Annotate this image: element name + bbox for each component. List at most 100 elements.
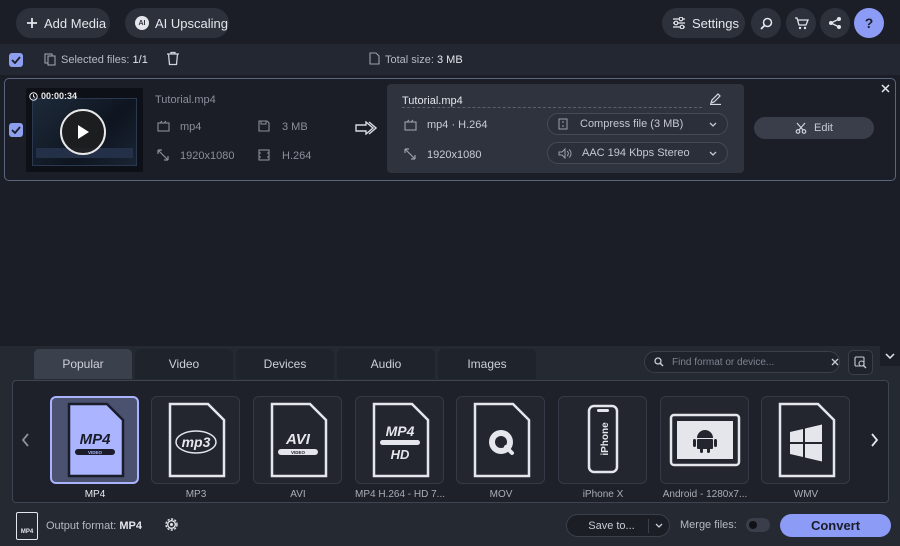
chevron-down-icon [709, 122, 717, 127]
output-format-text: Output format: MP4 [46, 520, 142, 532]
audio-dropdown[interactable]: AAC 194 Kbps Stereo [547, 142, 728, 164]
find-device-button[interactable] [848, 350, 873, 375]
selected-files-text: Selected files: 1/1 [61, 54, 148, 66]
convert-label: Convert [810, 518, 861, 533]
format-label-mp4: MP4 [84, 489, 106, 500]
video-thumbnail[interactable]: 00:00:34 [26, 88, 143, 172]
selected-files-count: 1/1 [132, 54, 148, 66]
speaker-icon [558, 147, 572, 159]
mp3-format-icon: mp3 [168, 402, 226, 478]
format-tile-mp3[interactable]: mp3 [151, 396, 240, 484]
tab-popular[interactable]: Popular [34, 349, 132, 379]
search-button[interactable] [751, 8, 781, 38]
tab-video[interactable]: Video [135, 349, 233, 379]
ai-icon: AI [135, 16, 149, 30]
chevron-down-icon[interactable] [655, 523, 663, 528]
merge-files-toggle[interactable] [746, 518, 770, 532]
total-size-label: Total size: [385, 54, 434, 66]
clear-icon[interactable] [831, 358, 839, 366]
format-label-avi: AVI [290, 489, 306, 500]
file-resolution: 1920x1080 [180, 150, 235, 162]
pencil-icon[interactable] [709, 92, 722, 105]
resize-icon [404, 148, 416, 160]
android-tablet-icon [669, 413, 741, 467]
chevron-left-icon[interactable] [21, 433, 30, 447]
format-label-mov: MOV [489, 489, 513, 500]
plus-icon [26, 17, 38, 29]
settings-button[interactable]: Settings [662, 8, 745, 38]
avi-format-icon: AVI VIDEO [270, 402, 328, 478]
share-icon [828, 16, 842, 30]
format-label-mp3: MP3 [185, 489, 207, 500]
trash-icon[interactable] [166, 51, 180, 66]
save-icon [258, 120, 270, 132]
output-format-icon-text: MP4 [20, 529, 34, 535]
tab-label: Video [168, 357, 200, 371]
help-button[interactable]: ? [854, 8, 884, 38]
sliders-icon [672, 17, 686, 29]
format-tile-mp4[interactable]: MP4 VIDEO [50, 396, 139, 484]
format-tile-wmv[interactable] [761, 396, 850, 484]
tab-audio[interactable]: Audio [337, 349, 435, 379]
compress-dropdown[interactable]: Compress file (3 MB) [547, 113, 728, 135]
output-format: mp4 · H.264 [427, 119, 488, 131]
format-tile-mp4-hd[interactable]: MP4 HD [355, 396, 444, 484]
convert-arrow-icon [355, 121, 377, 135]
output-format-icon: MP4 [16, 512, 38, 540]
format-tile-mov[interactable] [456, 396, 545, 484]
close-icon[interactable] [881, 84, 890, 93]
tab-images[interactable]: Images [438, 349, 536, 379]
cart-icon [794, 16, 809, 30]
format-label-wmv: WMV [793, 489, 819, 500]
mp4-hd-format-icon: MP4 HD [372, 402, 430, 478]
file-name: Tutorial.mp4 [155, 94, 216, 106]
output-format-label: Output format: [46, 520, 117, 532]
total-size-text: Total size: 3 MB [385, 54, 463, 66]
check-icon [11, 56, 21, 64]
tab-devices[interactable]: Devices [236, 349, 334, 379]
share-button[interactable] [820, 8, 850, 38]
add-media-button[interactable]: Add Media [16, 8, 110, 38]
merge-files-label: Merge files: [680, 519, 737, 531]
duration-badge: 00:00:34 [29, 91, 77, 101]
play-button[interactable] [60, 109, 106, 155]
cart-button[interactable] [786, 8, 816, 38]
file-codec: H.264 [282, 150, 312, 162]
clock-icon [29, 91, 38, 101]
convert-button[interactable]: Convert [780, 514, 891, 537]
format-icon [404, 119, 417, 131]
format-label-mp4-hd: MP4 H.264 - HD 7... [354, 489, 446, 500]
chevron-down-icon [885, 353, 895, 359]
video-text: VIDEO [291, 450, 306, 455]
format-label-iphone-x: iPhone X [582, 489, 624, 500]
edit-label: Edit [814, 122, 833, 134]
format-tile-iphone-x[interactable]: iPhone [558, 396, 647, 484]
mp4-text: MP4 [386, 423, 415, 439]
select-all-checkbox[interactable] [9, 53, 23, 67]
format-tile-avi[interactable]: AVI VIDEO [253, 396, 342, 484]
mov-format-icon [473, 402, 531, 478]
tab-label: Devices [263, 357, 307, 371]
save-to-dropdown[interactable]: Save to... [566, 514, 670, 537]
selected-files-label: Selected files: [61, 54, 130, 66]
format-search-input[interactable] [672, 356, 817, 368]
audio-label: AAC 194 Kbps Stereo [582, 147, 690, 159]
output-resolution: 1920x1080 [427, 149, 482, 161]
ai-upscaling-button[interactable]: AI AI Upscaling [125, 8, 229, 38]
output-format-value: MP4 [119, 520, 142, 532]
chevron-right-icon[interactable] [870, 433, 879, 447]
file-checkbox[interactable] [9, 123, 23, 137]
compress-icon [558, 118, 568, 130]
add-media-label: Add Media [44, 15, 107, 31]
format-tile-android[interactable] [660, 396, 749, 484]
edit-button[interactable]: Edit [754, 117, 874, 139]
format-grid [12, 380, 889, 503]
collapse-panel-button[interactable] [880, 346, 900, 366]
format-search-box[interactable] [644, 351, 840, 373]
check-icon [11, 126, 21, 134]
file-size: 3 MB [282, 121, 308, 133]
gear-icon[interactable] [163, 516, 180, 533]
tab-label: Popular [62, 357, 104, 371]
mp4-format-icon: MP4 VIDEO [67, 402, 125, 478]
file-format: mp4 [180, 121, 202, 133]
